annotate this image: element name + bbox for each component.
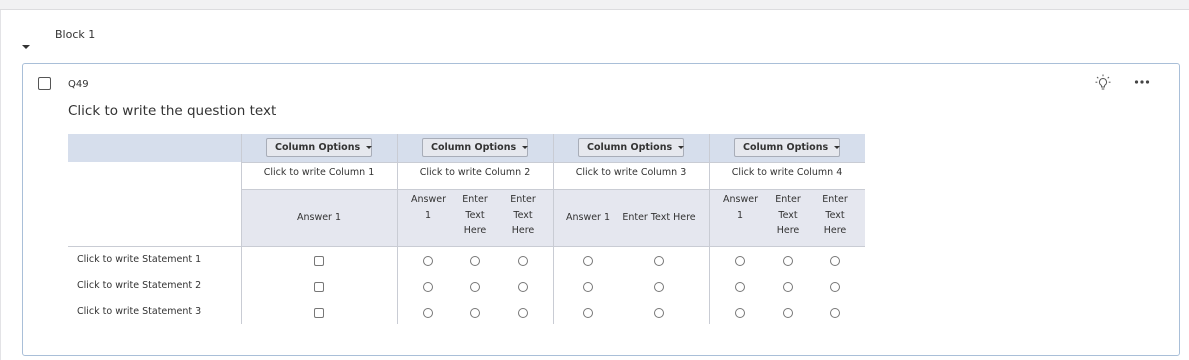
matrix-radio[interactable] [518, 256, 528, 266]
column-options-label: Column Options [743, 142, 829, 153]
matrix-radio[interactable] [735, 308, 745, 318]
column-options-label: Column Options [587, 142, 673, 153]
column-options-label: Column Options [275, 142, 361, 153]
answer-choice-label[interactable]: Enter Text Here [619, 210, 699, 226]
column-options-label: Column Options [431, 142, 517, 153]
matrix-radio[interactable] [470, 282, 480, 292]
matrix-radio[interactable] [583, 282, 593, 292]
matrix-checkbox[interactable] [314, 282, 324, 292]
matrix-radio[interactable] [735, 256, 745, 266]
column-options-button[interactable]: Column Options [578, 138, 685, 157]
column-title[interactable]: Click to write Column 4 [709, 167, 865, 178]
question-id: Q49 [68, 79, 89, 90]
matrix-radio[interactable] [783, 282, 793, 292]
lightbulb-icon[interactable] [1095, 74, 1111, 92]
matrix-radio[interactable] [470, 308, 480, 318]
answer-choice-label[interactable]: Enter Text Here [771, 192, 805, 239]
question-select-checkbox[interactable] [38, 77, 51, 90]
column-options-button[interactable]: Column Options [734, 138, 841, 157]
answer-choice-label[interactable]: Enter Text Here [818, 192, 852, 239]
matrix-radio[interactable] [654, 282, 664, 292]
chevron-down-icon [834, 146, 841, 149]
more-horizontal-icon[interactable] [1134, 76, 1150, 88]
matrix-radio[interactable] [518, 308, 528, 318]
column-divider [397, 134, 398, 324]
chevron-down-icon[interactable] [21, 43, 31, 53]
row-divider [68, 246, 865, 247]
matrix-radio[interactable] [423, 308, 433, 318]
column-title[interactable]: Click to write Column 1 [241, 167, 397, 178]
answer-choice-label[interactable]: Enter Text Here [458, 192, 492, 239]
column-divider [709, 134, 710, 324]
chevron-down-icon [522, 146, 529, 149]
matrix-radio[interactable] [654, 256, 664, 266]
answer-choice-label[interactable]: Answer 1 [558, 210, 618, 226]
matrix-radio[interactable] [783, 256, 793, 266]
matrix-checkbox[interactable] [314, 308, 324, 318]
statement-label[interactable]: Click to write Statement 1 [77, 254, 201, 265]
matrix-radio[interactable] [423, 256, 433, 266]
question-text[interactable]: Click to write the question text [68, 103, 276, 119]
matrix-radio[interactable] [518, 282, 528, 292]
matrix-radio[interactable] [830, 282, 840, 292]
column-divider [241, 134, 242, 324]
block-title[interactable]: Block 1 [55, 28, 95, 41]
answer-choice-label[interactable]: Answer 1 [269, 210, 369, 226]
matrix-radio[interactable] [830, 256, 840, 266]
matrix-radio[interactable] [830, 308, 840, 318]
column-title[interactable]: Click to write Column 3 [553, 167, 709, 178]
matrix-radio[interactable] [783, 308, 793, 318]
matrix-checkbox[interactable] [314, 256, 324, 266]
column-options-button[interactable]: Column Options [422, 138, 529, 157]
matrix-radio[interactable] [423, 282, 433, 292]
answer-choice-label[interactable]: Answer 1 [411, 192, 446, 223]
chevron-down-icon [366, 146, 373, 149]
statement-label[interactable]: Click to write Statement 2 [77, 280, 201, 291]
matrix-radio[interactable] [470, 256, 480, 266]
answer-choice-label[interactable]: Answer 1 [723, 192, 758, 223]
column-divider [553, 134, 554, 324]
statement-label[interactable]: Click to write Statement 3 [77, 306, 201, 317]
matrix-table: Column Options Click to write Column 1 Ans… [68, 134, 865, 324]
top-strip [0, 0, 1189, 10]
block-card: Block 1 Q49 Click to write the question … [0, 10, 1189, 360]
matrix-radio[interactable] [735, 282, 745, 292]
matrix-radio[interactable] [583, 308, 593, 318]
matrix-radio[interactable] [654, 308, 664, 318]
matrix-radio[interactable] [583, 256, 593, 266]
answer-choice-label[interactable]: Enter Text Here [506, 192, 540, 239]
column-title[interactable]: Click to write Column 2 [397, 167, 553, 178]
column-options-button[interactable]: Column Options [266, 138, 373, 157]
chevron-down-icon [678, 146, 685, 149]
